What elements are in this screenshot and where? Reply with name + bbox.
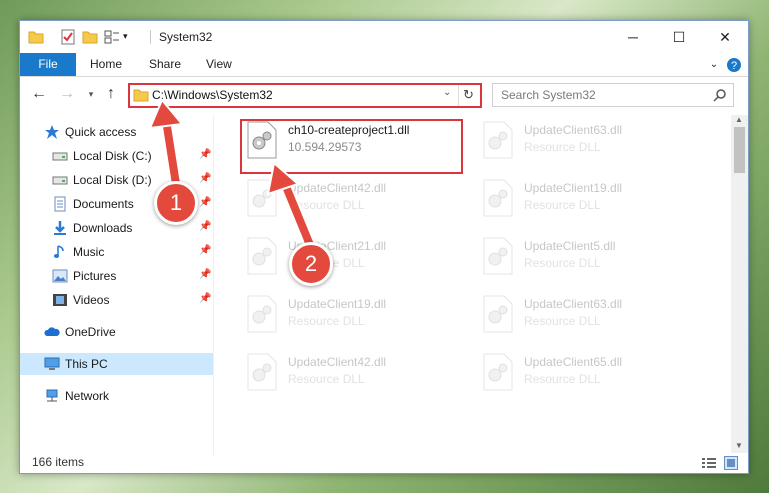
step-2-badge: 2 <box>289 242 333 286</box>
arrow-to-dll-file <box>266 161 316 248</box>
step-1-badge: 1 <box>154 181 198 225</box>
arrow-to-address-bar <box>148 98 184 185</box>
annotation-arrows <box>148 98 316 248</box>
